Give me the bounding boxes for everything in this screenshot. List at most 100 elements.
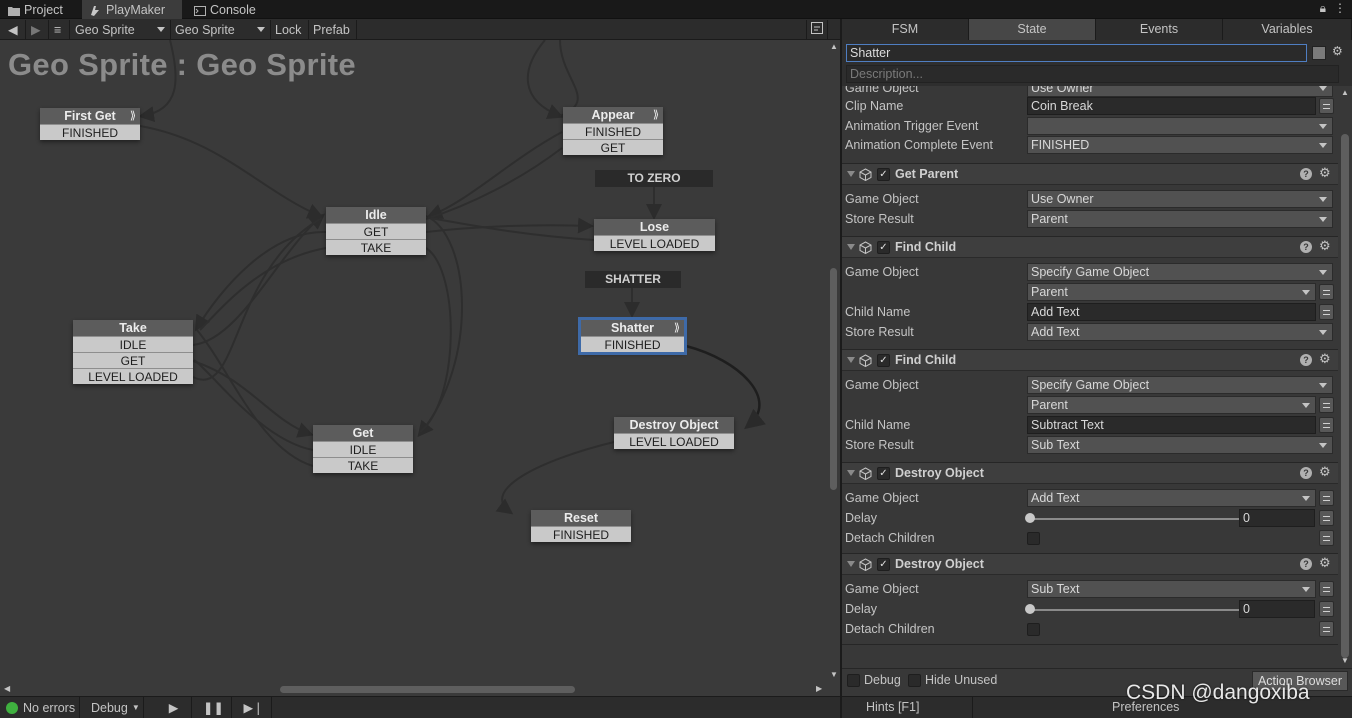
action-get-parent-header[interactable]: ✓ Get Parent ? ⚙ [842, 163, 1338, 185]
help-icon[interactable]: ? [1300, 467, 1312, 479]
state-take[interactable]: Take IDLE GET LEVEL LOADED [73, 320, 193, 384]
gear-icon[interactable]: ⚙ [1319, 464, 1331, 480]
help-icon[interactable]: ? [1300, 241, 1312, 253]
scroll-up-icon[interactable]: ▲ [1341, 88, 1349, 97]
state-reset[interactable]: Reset FINISHED [531, 510, 631, 542]
state-get[interactable]: Get IDLE TAKE [313, 425, 413, 473]
lock-button[interactable]: Lock [271, 20, 309, 39]
hints-button[interactable]: Hints [F1] [866, 700, 920, 714]
delay-input[interactable]: 0 [1239, 509, 1315, 527]
detach-children-checkbox[interactable] [1027, 532, 1040, 545]
scroll-up-icon[interactable]: ▲ [830, 42, 838, 51]
play-button[interactable]: ▶ [156, 697, 192, 718]
gear-icon[interactable]: ⚙ [1332, 44, 1343, 58]
store-result-select[interactable]: Parent [1027, 210, 1333, 228]
tab-variables[interactable]: Variables [1223, 19, 1352, 40]
canvas-horizontal-scrollbar[interactable]: ◀ ▶ [0, 683, 840, 696]
variable-toggle-button[interactable] [1319, 601, 1334, 617]
help-icon[interactable]: ? [1300, 354, 1312, 366]
variable-toggle-button[interactable] [1319, 530, 1334, 546]
gear-icon[interactable]: ⚙ [1319, 351, 1331, 367]
state-appear[interactable]: Appear ⟫ FINISHED GET [563, 107, 663, 155]
gameobject-select[interactable]: Use Owner [1027, 190, 1333, 208]
inspector-scrollbar[interactable]: ▲ ▼ [1338, 86, 1352, 668]
tab-fsm[interactable]: FSM [842, 19, 969, 40]
enabled-checkbox[interactable]: ✓ [877, 241, 890, 254]
enabled-checkbox[interactable]: ✓ [877, 558, 890, 571]
enabled-checkbox[interactable]: ✓ [877, 467, 890, 480]
delay-slider-track[interactable] [1029, 518, 1239, 520]
state-event[interactable]: GET [326, 223, 426, 239]
child-name-input[interactable]: Add Text [1027, 303, 1316, 321]
gameobject-variable-select[interactable]: Sub Text [1027, 580, 1316, 598]
variable-toggle-button[interactable] [1319, 98, 1334, 114]
state-lose[interactable]: Lose LEVEL LOADED [594, 219, 715, 251]
delay-slider-track[interactable] [1029, 609, 1239, 611]
tab-console[interactable]: Console [186, 0, 266, 19]
scroll-thumb[interactable] [1341, 134, 1349, 658]
state-event[interactable]: FINISHED [563, 123, 663, 139]
variable-toggle-button[interactable] [1319, 397, 1334, 413]
help-icon[interactable]: ? [1300, 168, 1312, 180]
state-event[interactable]: TAKE [313, 457, 413, 473]
global-event-shatter[interactable]: SHATTER [585, 271, 681, 288]
state-event[interactable]: LEVEL LOADED [614, 433, 734, 449]
action-destroy-object-header[interactable]: ✓ Destroy Object ? ⚙ [842, 462, 1338, 484]
trigger-event-select[interactable] [1027, 117, 1333, 135]
gear-icon[interactable]: ⚙ [1319, 238, 1331, 254]
tab-playmaker[interactable]: PlayMaker [82, 0, 182, 19]
errors-indicator[interactable]: No errors [0, 697, 80, 718]
gameobject-variable-select[interactable]: Parent [1027, 283, 1316, 301]
menu-button[interactable]: ≡ [50, 20, 70, 39]
delay-input[interactable]: 0 [1239, 600, 1315, 618]
variable-toggle-button[interactable] [1319, 490, 1334, 506]
state-destroy-object[interactable]: Destroy Object LEVEL LOADED [614, 417, 734, 449]
help-icon[interactable]: ? [1300, 558, 1312, 570]
variable-toggle-button[interactable] [1319, 621, 1334, 637]
enabled-checkbox[interactable]: ✓ [877, 354, 890, 367]
state-event[interactable]: FINISHED [40, 124, 140, 140]
variable-toggle-button[interactable] [1319, 581, 1334, 597]
state-event[interactable]: FINISHED [531, 526, 631, 542]
action-find-child-header[interactable]: ✓ Find Child ? ⚙ [842, 236, 1338, 258]
collapse-arrow-icon[interactable] [847, 357, 855, 363]
fsm-select[interactable]: Geo Sprite [171, 20, 271, 39]
gear-icon[interactable]: ⚙ [1319, 555, 1331, 571]
state-event[interactable]: FINISHED [581, 336, 684, 352]
collapse-arrow-icon[interactable] [847, 470, 855, 476]
canvas-vertical-scrollbar[interactable]: ▲ ▼ [827, 40, 840, 683]
back-button[interactable]: ◀ [4, 20, 26, 39]
state-event[interactable]: IDLE [73, 336, 193, 352]
step-button[interactable]: ▶❘ [236, 697, 272, 718]
forward-button[interactable]: ▶ [27, 20, 49, 39]
variable-toggle-button[interactable] [1319, 510, 1334, 526]
child-name-input[interactable]: Subtract Text [1027, 416, 1316, 434]
action-destroy-object-header[interactable]: ✓ Destroy Object ? ⚙ [842, 553, 1338, 575]
state-color-swatch[interactable] [1312, 46, 1326, 60]
gameobject-select[interactable]: Specify Game Object [1027, 376, 1333, 394]
hide-unused-checkbox[interactable] [908, 674, 921, 687]
state-first-get[interactable]: First Get ⟫ FINISHED [40, 108, 140, 140]
collapse-arrow-icon[interactable] [847, 244, 855, 250]
scroll-thumb[interactable] [830, 268, 837, 490]
lock-icon[interactable]: 🔒︎ [1320, 1, 1326, 16]
more-menu-icon[interactable]: ⋮ [1334, 1, 1346, 16]
complete-event-select[interactable]: FINISHED [1027, 136, 1333, 154]
state-event[interactable]: GET [73, 352, 193, 368]
tab-state[interactable]: State [969, 19, 1096, 40]
gear-icon[interactable]: ⚙ [1319, 165, 1331, 181]
fsm-graph-canvas[interactable]: Geo Sprite : Geo Sprite First Get ⟫ FINI… [0, 40, 827, 683]
delay-slider-knob[interactable] [1025, 513, 1035, 523]
state-event[interactable]: TAKE [326, 239, 426, 255]
prefab-button[interactable]: Prefab [309, 20, 357, 39]
clip-name-input[interactable]: Coin Break [1027, 97, 1316, 115]
tab-project[interactable]: Project [0, 0, 78, 19]
gameobject-variable-select[interactable]: Parent [1027, 396, 1316, 414]
store-result-select[interactable]: Add Text [1027, 323, 1333, 341]
debug-dropdown[interactable]: Debug ▼ [86, 697, 144, 718]
gameobject-select[interactable]: Geo Sprite [71, 20, 171, 39]
state-event[interactable]: LEVEL LOADED [73, 368, 193, 384]
collapse-arrow-icon[interactable] [847, 171, 855, 177]
variable-toggle-button[interactable] [1319, 417, 1334, 433]
enabled-checkbox[interactable]: ✓ [877, 168, 890, 181]
